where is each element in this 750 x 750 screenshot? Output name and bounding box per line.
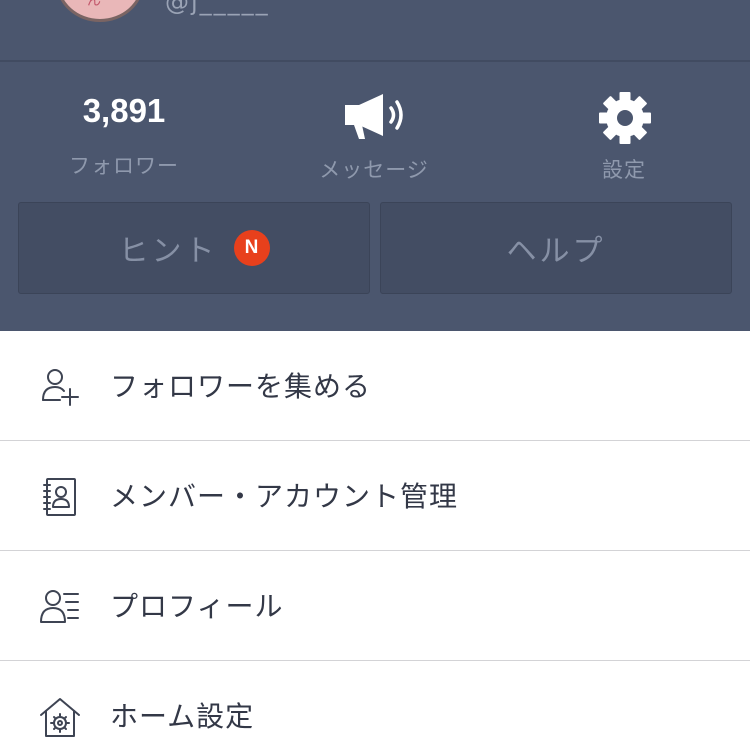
megaphone-icon <box>345 94 403 139</box>
menu-item-home-settings[interactable]: ホーム設定 <box>0 661 750 750</box>
new-badge: N <box>233 230 270 266</box>
home-settings-icon <box>40 698 80 737</box>
menu-label: メンバー・アカウント管理 <box>110 480 459 513</box>
message-button[interactable]: メッセージ <box>250 88 500 188</box>
settings-button[interactable]: 設定 <box>500 88 750 188</box>
account-menu-list: フォロワーを集める メンバー・アカウント管理 プロフィール ホーム設定 <box>0 331 750 750</box>
hint-button[interactable]: ヒント N <box>18 202 370 294</box>
contact-book-icon <box>43 478 76 516</box>
help-label: ヘルプ <box>506 234 606 269</box>
menu-item-gain-followers[interactable]: フォロワーを集める <box>0 331 750 441</box>
followers-count: 3,891 <box>82 92 166 129</box>
followers-stat[interactable]: 3,891 フォロワー <box>0 88 250 188</box>
help-button[interactable]: ヘルプ <box>380 202 732 294</box>
add-user-icon <box>42 369 79 406</box>
menu-label: プロフィール <box>110 590 284 623</box>
menu-item-member-account[interactable]: メンバー・アカウント管理 <box>0 441 750 551</box>
followers-label: フォロワー <box>69 154 179 178</box>
account-menu-screen: ん @j_____ 3,891 フォロワー メッセージ 設定 ヒント N ヘルプ… <box>0 0 750 750</box>
account-header-panel: ん @j_____ 3,891 フォロワー メッセージ 設定 ヒント N ヘルプ <box>0 0 750 331</box>
avatar-decoration: ん <box>87 0 101 9</box>
account-subtitle: @j_____ <box>165 0 270 16</box>
menu-label: ホーム設定 <box>110 700 255 733</box>
menu-item-profile[interactable]: プロフィール <box>0 551 750 661</box>
message-label: メッセージ <box>319 158 429 182</box>
header-divider <box>0 60 750 62</box>
hint-label: ヒント <box>118 234 218 269</box>
gear-icon <box>599 92 651 144</box>
profile-card-icon <box>40 590 79 623</box>
account-avatar[interactable]: ん <box>56 0 144 22</box>
menu-label: フォロワーを集める <box>110 370 372 403</box>
settings-label: 設定 <box>602 158 646 182</box>
